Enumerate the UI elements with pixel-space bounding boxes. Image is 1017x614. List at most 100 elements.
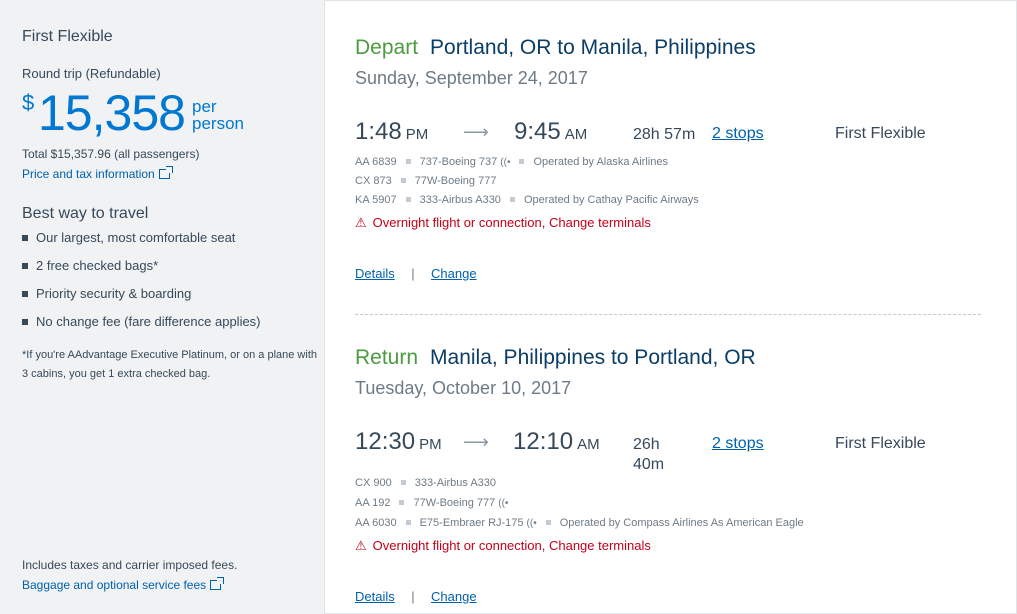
warning-text: Overnight flight or connection, Change t…: [372, 538, 651, 553]
separator-icon: [405, 159, 411, 164]
benefit-label: Our largest, most comfortable seat: [36, 230, 236, 245]
bullet-icon: [22, 319, 28, 325]
depart-details-link[interactable]: Details: [355, 266, 395, 281]
price-amount: 15,358: [38, 85, 186, 141]
time-ampm: AM: [564, 126, 588, 143]
wifi-icon: ((•: [500, 157, 511, 168]
flight-number: KA 5907: [355, 194, 397, 206]
return-departure-time: 12:30 PM: [355, 428, 442, 456]
bullet-icon: [22, 291, 28, 297]
baggage-fees-label[interactable]: Baggage and optional service fees: [22, 578, 206, 592]
benefit-label: No change fee (fare difference applies): [36, 314, 261, 329]
time-ampm: AM: [577, 436, 600, 453]
aircraft: 77W-Boeing 777: [413, 497, 496, 509]
section-divider: [355, 314, 981, 315]
return-details-link[interactable]: Details: [355, 589, 395, 604]
currency-symbol: $: [22, 90, 35, 115]
return-date: Tuesday, October 10, 2017: [355, 378, 572, 398]
separator-icon: [399, 500, 405, 505]
benefit-item: 2 free checked bags*: [22, 258, 158, 273]
separator-icon: [400, 480, 406, 485]
bullet-icon: [22, 263, 28, 269]
separator-icon: [519, 159, 525, 164]
time-value: 9:45: [514, 118, 561, 145]
operator: Operated by Compass Airlines As American…: [559, 517, 804, 529]
depart-label: Depart: [355, 36, 419, 59]
separator-icon: [405, 197, 411, 202]
depart-heading: Depart Portland, OR to Manila, Philippine…: [355, 36, 756, 60]
depart-departure-time: 1:48 PM: [355, 118, 428, 146]
price-tax-info-label[interactable]: Price and tax information: [22, 167, 155, 181]
arrow-right-icon: ⟶: [463, 122, 489, 142]
return-arrival-time: 12:10 AM: [513, 428, 600, 456]
arrow-right-icon: ⟶: [463, 432, 489, 452]
return-warning: ⚠ Overnight flight or connection, Change …: [355, 538, 651, 554]
aircraft: 333-Airbus A330: [414, 477, 497, 489]
depart-arrival-time: 9:45 AM: [514, 118, 587, 146]
depart-route: Portland, OR to Manila, Philippines: [430, 36, 756, 59]
warning-text: Overnight flight or connection, Change t…: [372, 215, 651, 230]
external-link-icon: [158, 166, 173, 179]
return-actions: Details | Change: [355, 588, 477, 606]
benefit-item: Priority security & boarding: [22, 286, 191, 301]
price-tax-info-link[interactable]: Price and tax information: [22, 166, 173, 181]
flight-number: AA 192: [355, 497, 391, 509]
depart-date: Sunday, September 24, 2017: [355, 68, 588, 88]
benefit-label: Priority security & boarding: [36, 286, 192, 301]
bullet-icon: [22, 235, 28, 241]
depart-warning: ⚠ Overnight flight or connection, Change …: [355, 215, 651, 231]
time-value: 12:10: [513, 428, 574, 455]
return-label: Return: [355, 346, 419, 369]
depart-change-link[interactable]: Change: [431, 266, 477, 281]
aircraft: 333-Airbus A330: [419, 194, 501, 206]
fare-summary-panel: First Flexible Round trip (Refundable) $…: [0, 0, 325, 614]
time-ampm: PM: [405, 126, 429, 143]
action-separator: |: [411, 589, 415, 604]
aircraft: E75-Embraer RJ-175: [419, 517, 524, 529]
aircraft: 77W-Boeing 777: [414, 175, 497, 187]
separator-icon: [405, 520, 411, 525]
flight-number: CX 900: [355, 477, 392, 489]
benefits-footnote: *If you're AAdvantage Executive Platinum…: [22, 349, 317, 380]
wifi-icon: ((•: [498, 498, 509, 509]
warning-icon: ⚠: [355, 538, 367, 553]
person-label: person: [192, 114, 244, 133]
action-separator: |: [411, 266, 415, 281]
return-stops-link[interactable]: 2 stops: [712, 435, 764, 453]
return-segment: CX 900 333-Airbus A330: [355, 477, 496, 489]
duration-minutes: 40m: [633, 456, 665, 473]
external-link-icon: [210, 577, 225, 590]
depart-stops-link[interactable]: 2 stops: [712, 125, 764, 143]
return-change-link[interactable]: Change: [431, 589, 477, 604]
depart-cabin: First Flexible: [835, 125, 926, 142]
return-heading: Return Manila, Philippines to Portland, O…: [355, 346, 756, 370]
benefits-heading: Best way to travel: [22, 205, 149, 222]
fare-name: First Flexible: [22, 28, 113, 45]
depart-duration: 28h 57m: [633, 126, 696, 143]
depart-actions: Details | Change: [355, 265, 477, 283]
duration-hours: 26h: [633, 436, 660, 453]
return-duration: 26h 40m: [633, 435, 664, 475]
time-value: 12:30: [355, 428, 416, 455]
return-cabin: First Flexible: [835, 435, 926, 452]
operator: Operated by Alaska Airlines: [533, 156, 668, 168]
benefit-label: 2 free checked bags*: [36, 258, 159, 273]
taxes-note: Includes taxes and carrier imposed fees.: [22, 558, 238, 572]
flight-number: AA 6030: [355, 517, 397, 529]
operator: Operated by Cathay Pacific Airways: [523, 194, 699, 206]
separator-icon: [509, 197, 515, 202]
return-route: Manila, Philippines to Portland, OR: [430, 346, 756, 369]
aircraft: 737-Boeing 737: [419, 156, 498, 168]
flight-number: CX 873: [355, 175, 392, 187]
per-person-label: per person: [192, 98, 244, 132]
itinerary-panel: Depart Portland, OR to Manila, Philippine…: [325, 0, 1017, 614]
time-ampm: PM: [419, 436, 442, 453]
wifi-icon: ((•: [526, 518, 537, 529]
time-value: 1:48: [355, 118, 402, 145]
return-segment: AA 6030 E75-Embraer RJ-175 ((• Operated by …: [355, 517, 804, 529]
benefit-item: No change fee (fare difference applies): [22, 314, 261, 329]
baggage-fees-link[interactable]: Baggage and optional service fees: [22, 577, 225, 592]
warning-icon: ⚠: [355, 215, 367, 230]
benefit-item: Our largest, most comfortable seat: [22, 230, 235, 245]
depart-segment: CX 873 77W-Boeing 777: [355, 175, 496, 187]
